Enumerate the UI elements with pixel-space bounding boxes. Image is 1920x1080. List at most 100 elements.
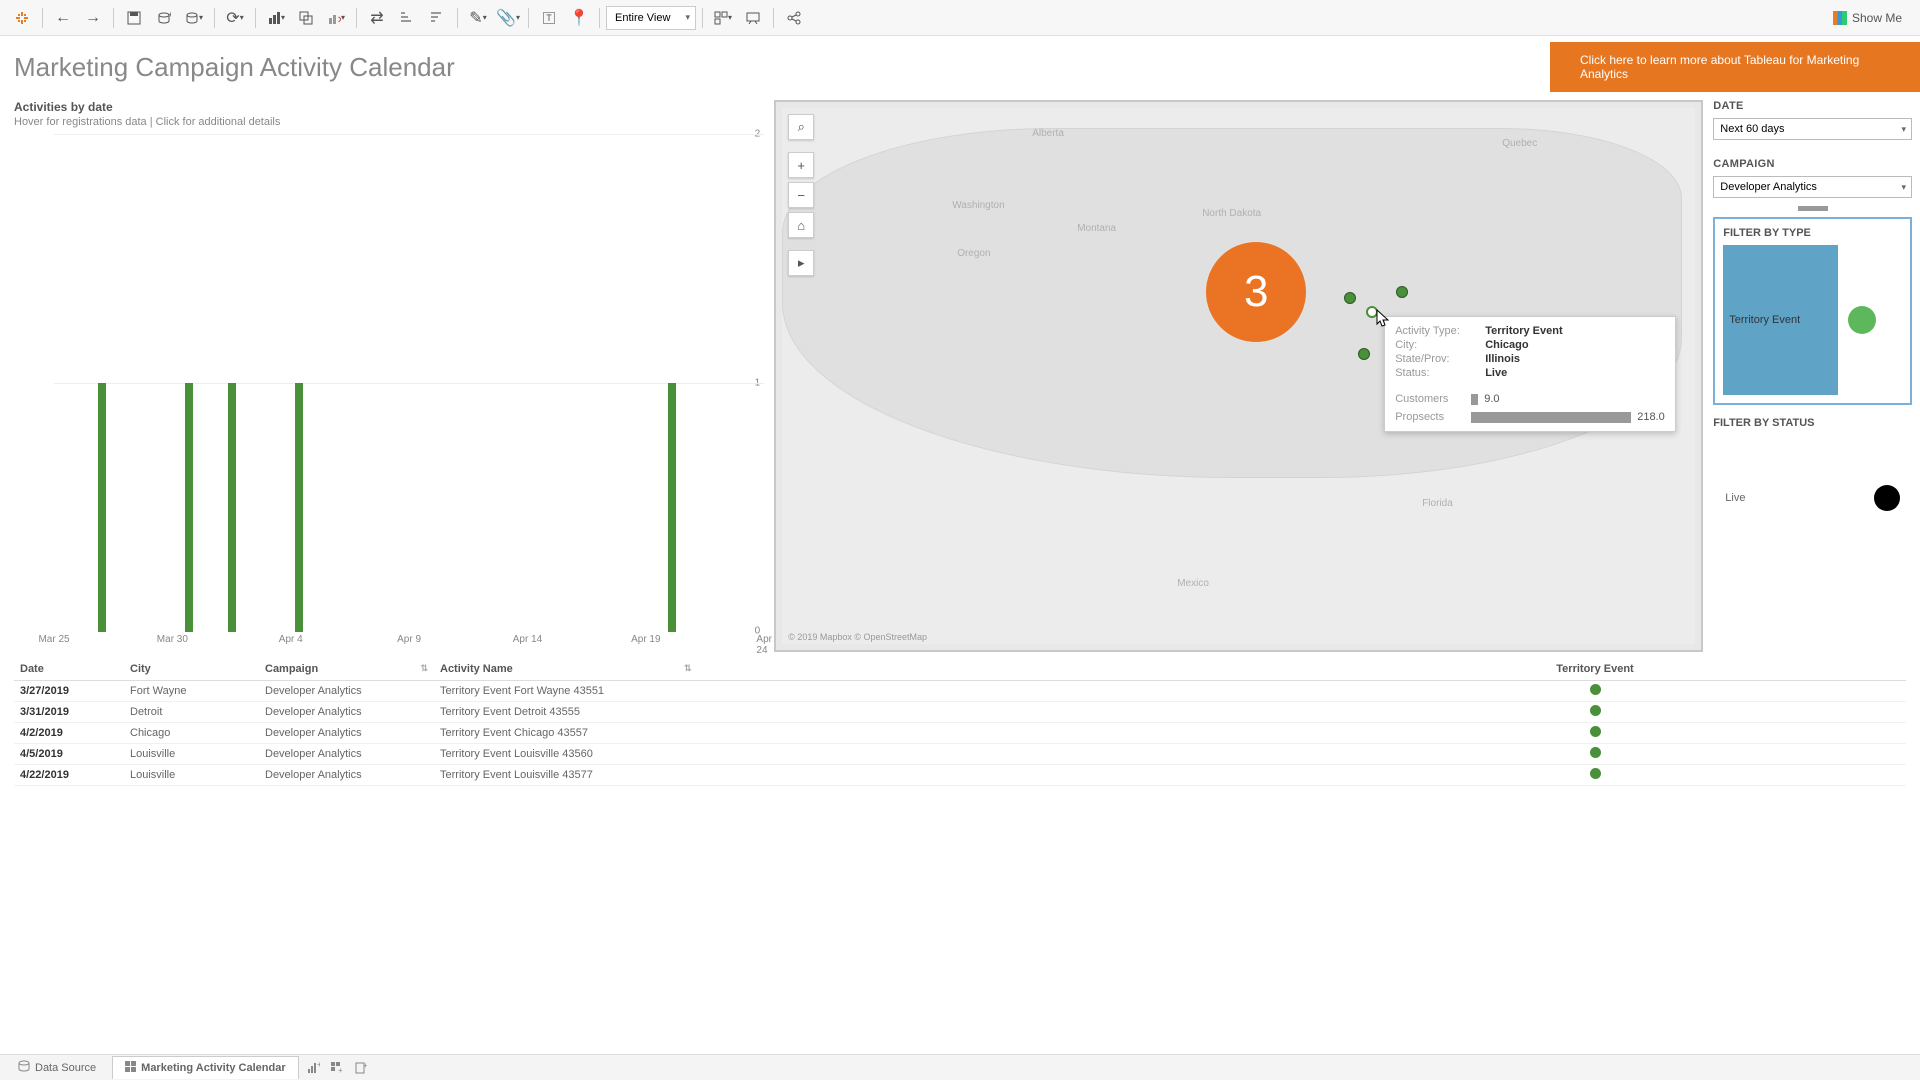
bar[interactable] <box>295 383 303 632</box>
group-icon[interactable]: 📎▾ <box>494 4 522 32</box>
share-icon[interactable] <box>780 4 808 32</box>
filter-status-row[interactable]: Live <box>1713 485 1912 511</box>
th-territory[interactable]: Territory Event <box>1284 658 1906 681</box>
barchart-plot[interactable]: 012Mar 25Mar 30Apr 4Apr 9Apr 14Apr 19Apr… <box>14 134 764 652</box>
refresh-icon[interactable]: ⟳▾ <box>221 4 249 32</box>
workbook-tabs: Data Source Marketing Activity Calendar … <box>0 1054 1920 1080</box>
barchart-title: Activities by date <box>14 100 764 114</box>
map-controls: ⌕ + − ⌂ ▸ <box>788 114 814 276</box>
table-row[interactable]: 4/22/2019LouisvilleDeveloper AnalyticsTe… <box>14 765 1906 786</box>
tt-customers-val: 9.0 <box>1484 393 1499 405</box>
th-city[interactable]: City <box>124 658 259 681</box>
labels-icon[interactable]: T <box>535 4 563 32</box>
tab-marketing-calendar[interactable]: Marketing Activity Calendar <box>112 1056 298 1079</box>
table-row[interactable]: 3/27/2019Fort WayneDeveloper AnalyticsTe… <box>14 681 1906 702</box>
new-dashboard-icon[interactable]: + <box>327 1058 347 1078</box>
map-label: Quebec <box>1502 138 1537 149</box>
filter-status-title: FILTER BY STATUS <box>1713 417 1912 429</box>
view-dropdown[interactable]: Entire View <box>606 6 696 30</box>
bar[interactable] <box>668 383 676 632</box>
show-me-button[interactable]: Show Me <box>1823 7 1912 29</box>
map-zoom-in-icon[interactable]: + <box>788 152 814 178</box>
separator <box>255 8 256 28</box>
th-campaign[interactable]: Campaign⇅ <box>259 658 434 681</box>
sort-icon: ⇅ <box>684 663 692 674</box>
new-story-icon[interactable]: + <box>351 1058 371 1078</box>
view-dropdown-label: Entire View <box>615 12 670 24</box>
separator <box>214 8 215 28</box>
show-cards-icon[interactable]: ▾ <box>709 4 737 32</box>
row-dot-icon <box>1590 705 1601 716</box>
map-search-icon[interactable]: ⌕ <box>788 114 814 140</box>
filters-panel: DATE Next 60 days CAMPAIGN Developer Ana… <box>1713 100 1912 652</box>
map-pan-icon[interactable]: ▸ <box>788 250 814 276</box>
sort-icon: ⇅ <box>420 663 428 674</box>
table-row[interactable]: 4/2/2019ChicagoDeveloper AnalyticsTerrit… <box>14 723 1906 744</box>
row-dot-icon <box>1590 726 1601 737</box>
tab-data-source-label: Data Source <box>35 1062 96 1074</box>
tableau-logo-icon[interactable] <box>8 4 36 32</box>
table-row[interactable]: 3/31/2019DetroitDeveloper AnalyticsTerri… <box>14 702 1906 723</box>
map-bubble-value: 3 <box>1244 267 1268 317</box>
clear-icon[interactable]: ✕▾ <box>322 4 350 32</box>
activity-table: Date City Campaign⇅ Activity Name⇅ Terri… <box>0 652 1920 786</box>
filter-type-circle-icon <box>1848 306 1876 334</box>
svg-text:+: + <box>338 1066 343 1074</box>
resize-handle[interactable] <box>1798 206 1828 211</box>
duplicate-icon[interactable] <box>292 4 320 32</box>
filter-type-title: FILTER BY TYPE <box>1723 227 1902 239</box>
bar[interactable] <box>228 383 236 632</box>
filter-type-box: FILTER BY TYPE Territory Event <box>1713 217 1912 405</box>
cta-banner[interactable]: Click here to learn more about Tableau f… <box>1550 42 1920 92</box>
save-icon[interactable] <box>120 4 148 32</box>
svg-text:+: + <box>317 1061 320 1069</box>
swap-icon[interactable]: ⇄ <box>363 4 391 32</box>
filter-type-swatch[interactable]: Territory Event <box>1723 245 1838 395</box>
row-dot-icon <box>1590 747 1601 758</box>
highlight-icon[interactable]: ✎▾ <box>464 4 492 32</box>
tt-status: Live <box>1485 367 1507 379</box>
new-sheet-icon[interactable]: ▾ <box>262 4 290 32</box>
filter-type-value: Territory Event <box>1729 314 1800 326</box>
map-home-icon[interactable]: ⌂ <box>788 212 814 238</box>
svg-text:+: + <box>168 11 171 19</box>
map-cluster-bubble[interactable]: 3 <box>1206 242 1306 342</box>
table-row[interactable]: 4/5/2019LouisvilleDeveloper AnalyticsTer… <box>14 744 1906 765</box>
filter-campaign-value: Developer Analytics <box>1720 181 1817 193</box>
map-label: Oregon <box>957 248 990 259</box>
svg-text:+: + <box>363 1062 367 1070</box>
th-date[interactable]: Date <box>14 658 124 681</box>
tab-data-source[interactable]: Data Source <box>6 1056 108 1079</box>
dashboard-icon <box>125 1061 136 1075</box>
sort-desc-icon[interactable] <box>423 4 451 32</box>
back-icon[interactable]: ← <box>49 4 77 32</box>
filter-date-label: DATE <box>1713 100 1912 112</box>
filter-campaign-select[interactable]: Developer Analytics <box>1713 176 1912 198</box>
bar[interactable] <box>185 383 193 632</box>
pause-icon[interactable]: ▾ <box>180 4 208 32</box>
th-activity[interactable]: Activity Name⇅ <box>434 658 1284 681</box>
filter-status-circle-icon <box>1874 485 1900 511</box>
filter-date-select[interactable]: Next 60 days <box>1713 118 1912 140</box>
map-tooltip: Activity Type:Territory Event City:Chica… <box>1384 316 1676 432</box>
sort-asc-icon[interactable] <box>393 4 421 32</box>
separator <box>356 8 357 28</box>
pin-icon[interactable]: 📍 <box>565 4 593 32</box>
header: Marketing Campaign Activity Calendar Cli… <box>0 42 1920 92</box>
tt-activitytype-label: Activity Type: <box>1395 325 1485 337</box>
new-worksheet-icon[interactable]: + <box>303 1058 323 1078</box>
new-datasource-icon[interactable]: + <box>150 4 178 32</box>
bar[interactable] <box>98 383 106 632</box>
separator <box>702 8 703 28</box>
tt-prospects-label: Propsects <box>1395 411 1465 423</box>
activities-barchart: Activities by date Hover for registratio… <box>14 100 764 652</box>
row-dot-icon <box>1590 768 1601 779</box>
tt-customers-bar <box>1471 394 1478 405</box>
map-label: Washington <box>952 200 1004 211</box>
activity-map[interactable]: Alberta Montana Mexico Florida North Dak… <box>774 100 1703 652</box>
map-label: Montana <box>1077 223 1116 234</box>
show-me-icon <box>1833 11 1847 25</box>
map-zoom-out-icon[interactable]: − <box>788 182 814 208</box>
presentation-icon[interactable] <box>739 4 767 32</box>
forward-icon[interactable]: → <box>79 4 107 32</box>
